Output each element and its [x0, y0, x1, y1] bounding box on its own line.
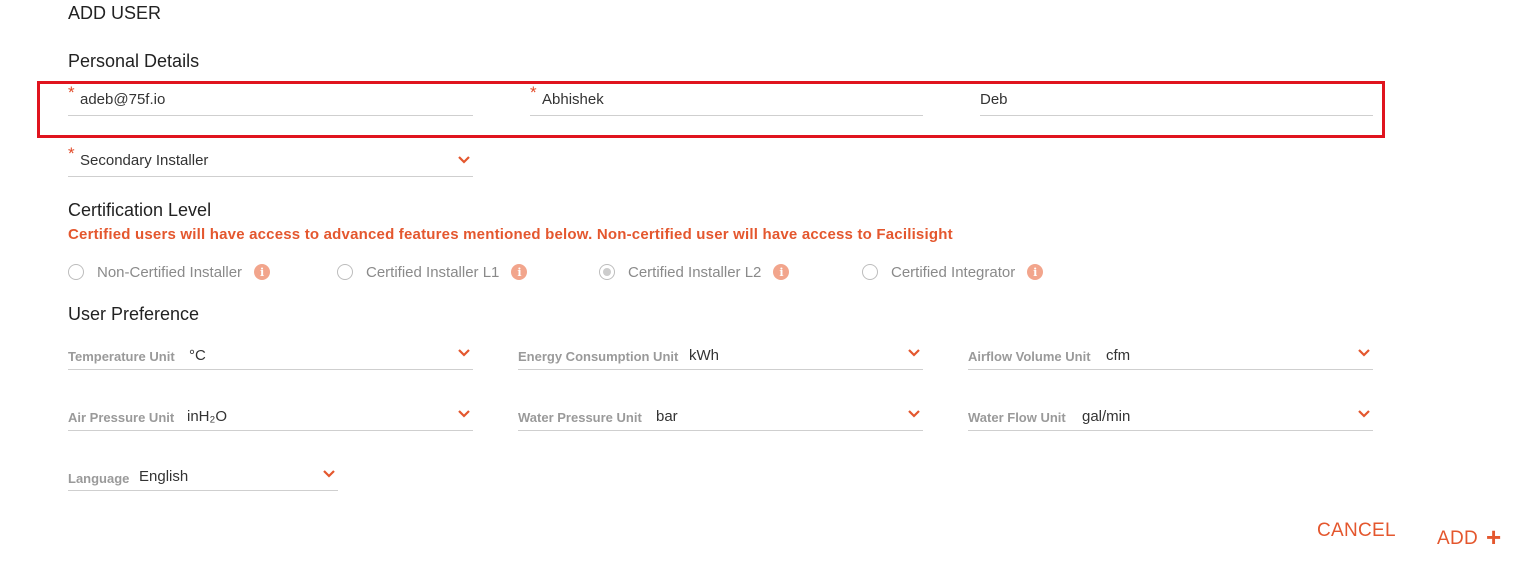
email-field[interactable]: * adeb@75f.io [68, 83, 473, 116]
air-pressure-unit-label: Air Pressure Unit [68, 410, 175, 425]
chevron-down-icon[interactable] [457, 409, 471, 419]
air-pressure-unit-select[interactable]: Air Pressure Unit inH₂O [68, 404, 473, 431]
role-select[interactable]: * Secondary Installer [68, 144, 473, 177]
radio-button[interactable] [337, 264, 353, 280]
airflow-unit-label: Airflow Volume Unit [968, 349, 1091, 364]
page-title: ADD USER [68, 3, 162, 23]
energy-unit-select[interactable]: Energy Consumption Unit kWh [518, 343, 923, 370]
info-icon[interactable]: i [1027, 264, 1044, 280]
radio-label: Non-Certified Installer [97, 263, 243, 281]
required-mark: * [68, 83, 75, 102]
cancel-button[interactable]: CANCEL [1317, 520, 1396, 542]
radio-label: Certified Installer L1 [366, 263, 500, 281]
chevron-down-icon[interactable] [322, 469, 336, 479]
user-preference-heading: User Preference [68, 304, 200, 324]
certification-heading: Certification Level [68, 200, 212, 220]
air-pressure-unit-value: inH₂O [187, 408, 227, 425]
required-mark: * [68, 144, 75, 163]
radio-label: Certified Installer L2 [628, 263, 762, 281]
water-flow-unit-value: gal/min [1082, 408, 1131, 425]
add-button[interactable]: ADD + [1437, 520, 1502, 552]
radio-certified-integrator[interactable]: Certified Integrator i [862, 262, 1044, 282]
language-select[interactable]: Language English [68, 464, 338, 491]
airflow-unit-value: cfm [1106, 347, 1131, 364]
radio-button[interactable] [68, 264, 84, 280]
radio-certified-l2[interactable]: Certified Installer L2 i [599, 262, 790, 282]
chevron-down-icon[interactable] [907, 409, 921, 419]
water-pressure-unit-value: bar [656, 408, 678, 425]
info-icon[interactable]: i [254, 264, 271, 280]
info-icon[interactable]: i [511, 264, 528, 280]
language-value: English [139, 468, 189, 485]
last-name-value: Deb [980, 91, 1008, 108]
add-button-label: ADD [1437, 528, 1479, 549]
personal-details-heading: Personal Details [68, 51, 200, 71]
first-name-field[interactable]: * Abhishek [530, 83, 923, 116]
required-mark: * [530, 83, 537, 102]
chevron-down-icon[interactable] [1357, 409, 1371, 419]
plus-icon: + [1486, 522, 1502, 552]
chevron-down-icon[interactable] [457, 348, 471, 358]
water-flow-unit-label: Water Flow Unit [968, 410, 1066, 425]
water-flow-unit-select[interactable]: Water Flow Unit gal/min [968, 404, 1373, 431]
last-name-field[interactable]: Deb [980, 89, 1373, 116]
chevron-down-icon[interactable] [1357, 348, 1371, 358]
radio-button[interactable] [862, 264, 878, 280]
info-icon[interactable]: i [773, 264, 790, 280]
temperature-unit-label: Temperature Unit [68, 349, 175, 364]
certification-note: Certified users will have access to adva… [68, 226, 953, 243]
radio-non-certified[interactable]: Non-Certified Installer i [68, 262, 271, 282]
temperature-unit-value: °C [189, 347, 206, 364]
radio-certified-l1[interactable]: Certified Installer L1 i [337, 262, 528, 282]
first-name-value: Abhishek [542, 91, 604, 108]
water-pressure-unit-select[interactable]: Water Pressure Unit bar [518, 404, 923, 431]
water-pressure-unit-label: Water Pressure Unit [518, 410, 642, 425]
radio-label: Certified Integrator [891, 263, 1016, 281]
airflow-unit-select[interactable]: Airflow Volume Unit cfm [968, 343, 1373, 370]
email-value: adeb@75f.io [80, 91, 166, 108]
energy-unit-label: Energy Consumption Unit [518, 349, 679, 364]
radio-button-selected[interactable] [599, 264, 615, 280]
chevron-down-icon[interactable] [457, 155, 471, 165]
chevron-down-icon[interactable] [907, 348, 921, 358]
role-value: Secondary Installer [80, 152, 209, 169]
language-label: Language [68, 471, 130, 486]
energy-unit-value: kWh [689, 347, 719, 364]
temperature-unit-select[interactable]: Temperature Unit °C [68, 343, 473, 370]
